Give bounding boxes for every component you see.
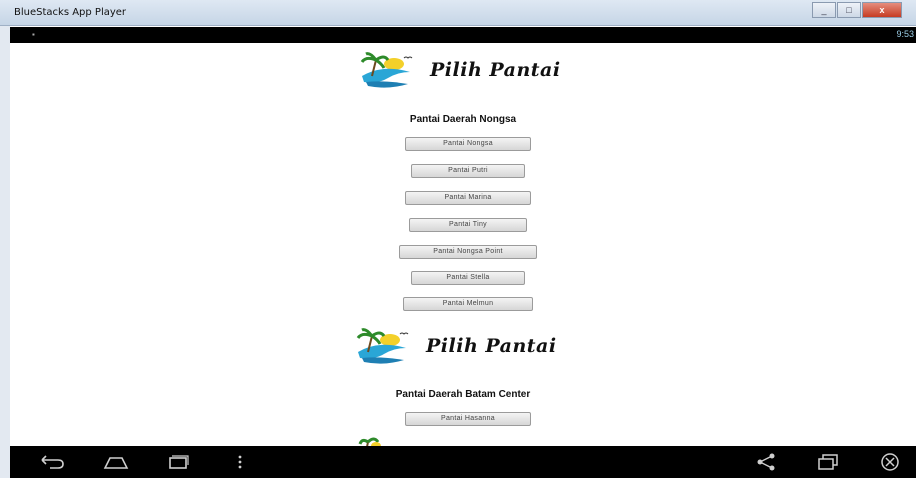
status-clock: 9:53: [896, 29, 914, 39]
beach-logo-icon: [360, 52, 413, 88]
android-status-bar: ▪ 9:53: [10, 27, 916, 43]
section-title-batam-center: Pantai Daerah Batam Center: [395, 389, 531, 400]
notification-icon: ▪: [32, 30, 35, 39]
app-header: Pilih Pantai: [358, 50, 561, 90]
app-name-2: Pilih Pantai: [426, 335, 557, 357]
recent-apps-icon[interactable]: [162, 452, 194, 472]
window-title: BlueStacks App Player: [14, 7, 127, 18]
beach-button-stella[interactable]: Pantai Stella: [411, 271, 525, 285]
minimize-button[interactable]: _: [812, 2, 836, 18]
window-controls: _ □ x: [811, 2, 902, 18]
window-titlebar: BlueStacks App Player _ □ x: [0, 0, 916, 26]
beach-button-nongsa-point[interactable]: Pantai Nongsa Point: [399, 245, 537, 259]
menu-icon[interactable]: [224, 452, 256, 472]
android-nav-bar: [10, 446, 916, 478]
share-icon[interactable]: [750, 452, 782, 472]
app-name: Pilih Pantai: [430, 59, 561, 81]
beach-button-hasanna[interactable]: Pantai Hasanna: [405, 412, 531, 426]
beach-button-nongsa[interactable]: Pantai Nongsa: [405, 137, 531, 151]
beach-logo-icon: [356, 328, 409, 364]
window-close-button[interactable]: x: [862, 2, 902, 18]
beach-button-melmun[interactable]: Pantai Melmun: [403, 297, 533, 311]
back-icon[interactable]: [36, 452, 68, 472]
section-title-nongsa: Pantai Daerah Nongsa: [409, 114, 517, 125]
beach-button-putri[interactable]: Pantai Putri: [411, 164, 525, 178]
home-icon[interactable]: [100, 452, 132, 472]
close-icon[interactable]: [874, 452, 906, 472]
beach-button-marina[interactable]: Pantai Marina: [405, 191, 531, 205]
beach-button-tiny[interactable]: Pantai Tiny: [409, 218, 527, 232]
beach-logo-partial-icon: [358, 437, 381, 446]
maximize-button[interactable]: □: [837, 2, 861, 18]
window-icon[interactable]: [812, 452, 844, 472]
app-content[interactable]: Pilih Pantai Pantai Daerah Nongsa Pantai…: [10, 43, 916, 446]
window-left-frame: [0, 26, 10, 478]
app-header-2: Pilih Pantai: [354, 326, 557, 366]
